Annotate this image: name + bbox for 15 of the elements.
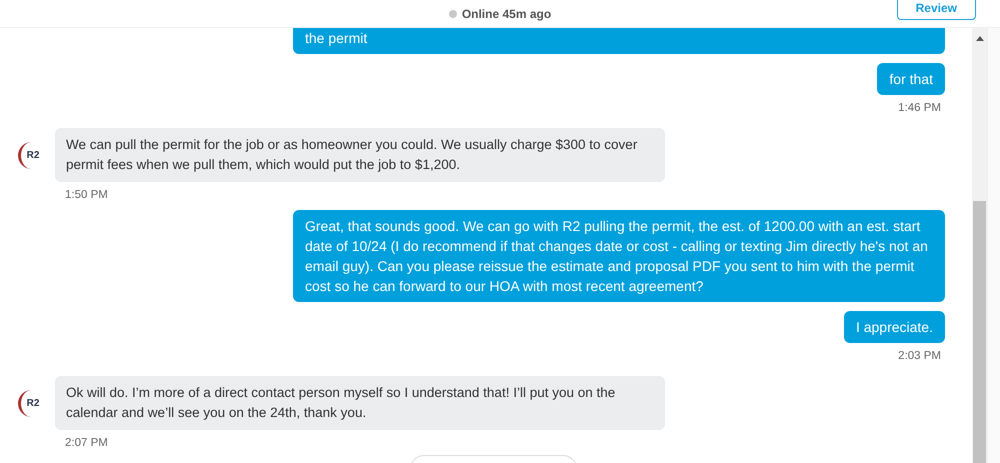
message-time: 2:07 PM bbox=[64, 437, 109, 449]
sent-message: I appreciate. bbox=[844, 311, 945, 343]
message-time: 2:03 PM bbox=[897, 350, 942, 362]
avatar-logo: R2 bbox=[18, 390, 45, 416]
message-time: 1:50 PM bbox=[64, 189, 109, 201]
sent-message: Great, that sounds good. We can go with R2 pulling the permit, the est. of 1200.00 with an est. start date of 10/24 (I do recommend if that changes date or cost - calling or texting Jim directly he's not an email guy). Can you please reissue the estimate and proposal PDF you sent to him with the permit cost so he can forward to our HOA with most recent agreement? bbox=[293, 210, 945, 302]
sent-message: the permit bbox=[293, 28, 945, 54]
review-button[interactable]: Review bbox=[896, 0, 976, 20]
message-time: 1:46 PM bbox=[897, 102, 942, 114]
received-message: Ok will do. I’m more of a direct contact person myself so I understand that! I’ll put you on the calendar and we’ll see you on the 24th, thank you. bbox=[55, 376, 665, 430]
avatar-logo: R2 bbox=[18, 142, 45, 168]
status-text: Online 45m ago bbox=[462, 6, 552, 20]
received-message: We can pull the permit for the job or as homeowner you could. We usually charge $300 to cover permit fees when we pull them, which would put the job to $1,200. bbox=[55, 128, 665, 182]
sent-message: for that bbox=[877, 63, 945, 95]
scrollbar[interactable] bbox=[972, 28, 987, 463]
